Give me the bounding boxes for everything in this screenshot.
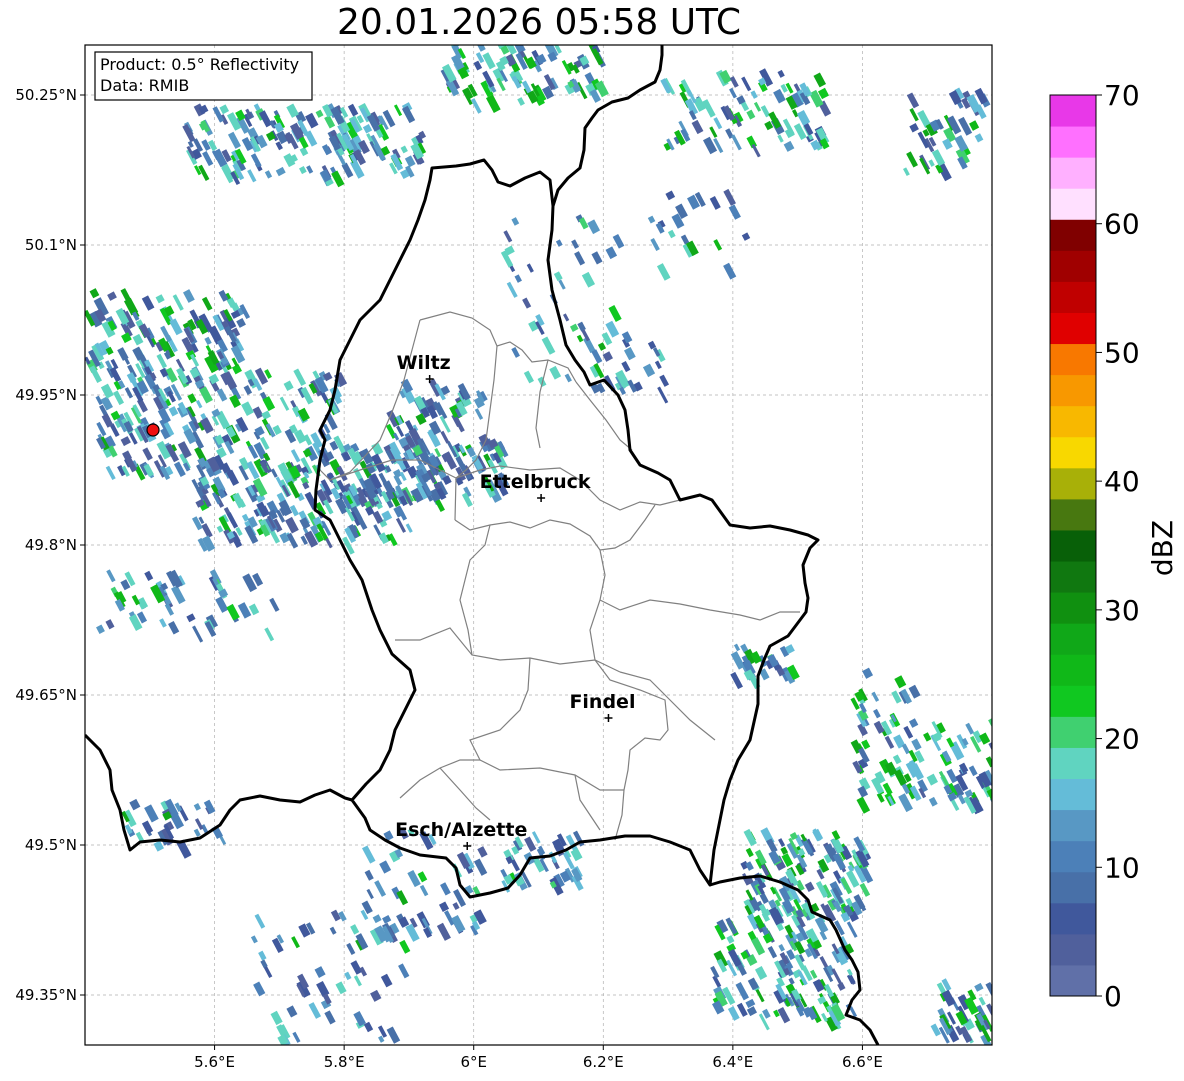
colorbar-tick-label: 30	[1104, 594, 1140, 627]
colorbar-segment	[1050, 902, 1096, 935]
colorbar-segment	[1050, 809, 1096, 842]
colorbar-segment	[1050, 95, 1096, 127]
info-box: Product: 0.5° Reflectivity Data: RMIB	[94, 51, 313, 101]
colorbar-segment	[1050, 933, 1096, 966]
lat-tick-label: 50.25°N	[15, 86, 77, 104]
radar-site-marker	[146, 423, 160, 437]
colorbar-tick-label: 10	[1104, 851, 1140, 884]
colorbar-segment	[1050, 592, 1096, 624]
colorbar-segment	[1050, 747, 1096, 780]
lat-tick-label: 49.35°N	[15, 986, 77, 1004]
city-label: Wiltz	[397, 352, 451, 374]
colorbar-segment	[1050, 685, 1096, 717]
colorbar-tick-label: 40	[1104, 465, 1140, 498]
info-data-source: Data: RMIB	[100, 76, 189, 95]
colorbar-segment	[1050, 250, 1096, 282]
colorbar-segment	[1050, 126, 1096, 158]
city-label: Esch/Alzette	[395, 819, 527, 841]
lat-tick-label: 49.8°N	[25, 536, 77, 554]
colorbar-segment	[1050, 405, 1096, 438]
lat-tick-label: 50.1°N	[25, 236, 77, 254]
colorbar-segment	[1050, 716, 1096, 748]
colorbar-segment	[1050, 778, 1096, 811]
info-product: Product: 0.5° Reflectivity	[100, 55, 299, 74]
colorbar-segment	[1050, 840, 1096, 873]
lon-tick-label: 5.6°E	[194, 1053, 235, 1071]
colorbar-tick-label: 60	[1104, 208, 1140, 241]
colorbar-segment	[1050, 623, 1096, 655]
colorbar-segment	[1050, 529, 1096, 562]
lon-tick-label: 6.2°E	[583, 1053, 624, 1071]
colorbar-segment	[1050, 871, 1096, 904]
lat-tick-label: 49.5°N	[25, 836, 77, 854]
colorbar-segment	[1050, 281, 1096, 313]
city-label: Ettelbruck	[480, 471, 591, 493]
colorbar-tick-label: 0	[1104, 980, 1122, 1013]
colorbar-tick-label: 50	[1104, 336, 1140, 369]
colorbar-segment	[1050, 436, 1096, 469]
colorbar-segment	[1050, 343, 1096, 376]
colorbar: 0 10 20 30 40 50 60 70	[1049, 79, 1140, 1013]
colorbar-segment	[1050, 157, 1096, 189]
colorbar-segment	[1050, 654, 1096, 686]
lon-tick-label: 5.8°E	[324, 1053, 365, 1071]
colorbar-tick-label: 70	[1104, 79, 1140, 112]
colorbar-tick-label: 20	[1104, 723, 1140, 756]
lon-tick-label: 6°E	[460, 1053, 487, 1071]
lon-tick-label: 6.6°E	[842, 1053, 883, 1071]
radar-map-figure: Wiltz Ettelbruck Findel Esch/Alzette Produc…	[15, 44, 1179, 1071]
colorbar-segment	[1050, 467, 1096, 500]
city-label: Findel	[569, 691, 635, 713]
colorbar-segment	[1050, 312, 1096, 345]
lat-tick-label: 49.95°N	[15, 386, 77, 404]
colorbar-segment	[1050, 561, 1096, 593]
lat-tick-label: 49.65°N	[15, 686, 77, 704]
colorbar-segment	[1050, 219, 1096, 251]
lon-tick-label: 6.4°E	[712, 1053, 753, 1071]
colorbar-segment	[1050, 374, 1096, 407]
colorbar-segment	[1050, 188, 1096, 220]
colorbar-segment	[1050, 498, 1096, 531]
colorbar-segment	[1050, 964, 1096, 997]
colorbar-label: dBZ	[1146, 520, 1179, 576]
